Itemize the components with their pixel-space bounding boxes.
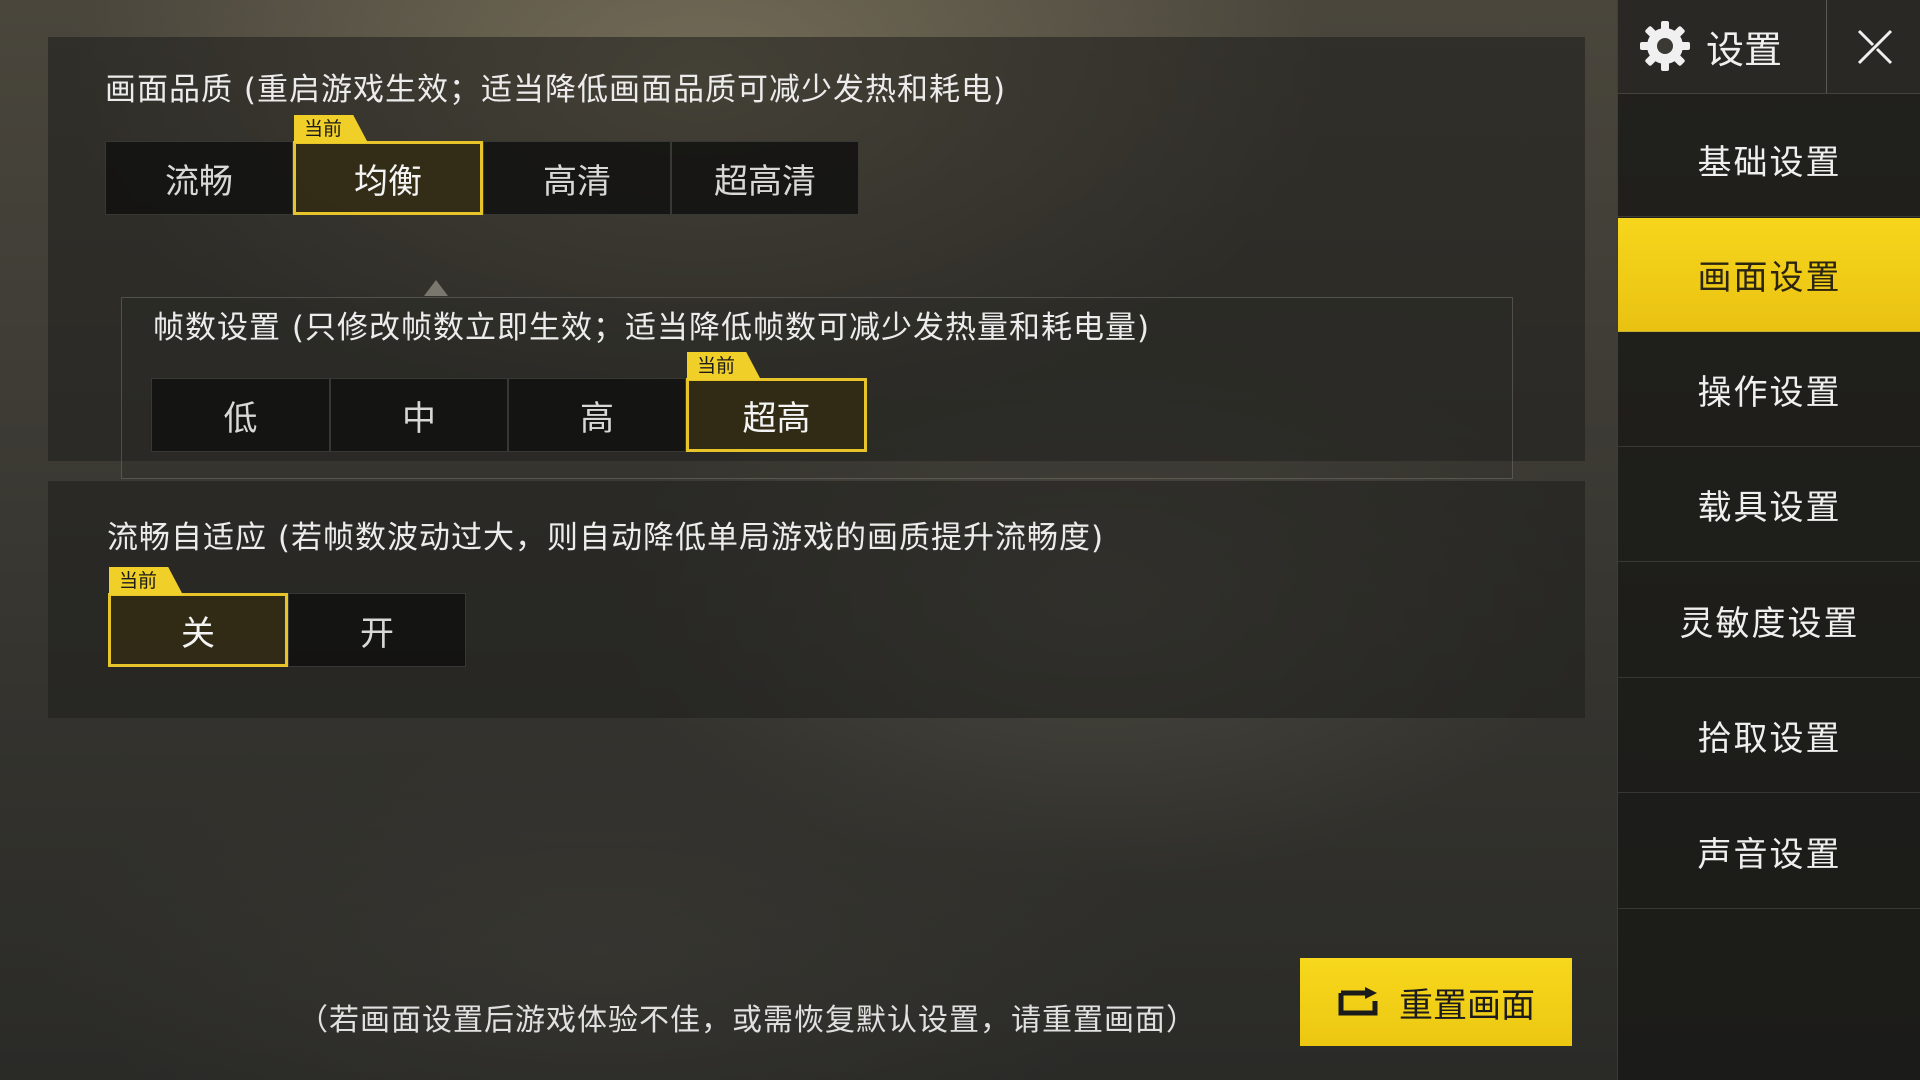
frame-rate-box: 帧数设置 (只修改帧数立即生效；适当降低帧数可减少发热量和耗电量) 低 中 高 … (121, 297, 1513, 479)
frame-rate-option-medium[interactable]: 中 (330, 378, 508, 452)
reset-icon (1338, 987, 1378, 1016)
sidebar-item-label: 画面设置 (1697, 258, 1842, 298)
settings-title-label: 设置 (1706, 27, 1783, 72)
sidebar-item-vehicle[interactable]: 载具设置 (1618, 448, 1920, 562)
frame-rate-option-high[interactable]: 高 (508, 378, 686, 452)
close-icon (1857, 29, 1892, 64)
sidebar-item-pickup[interactable]: 拾取设置 (1618, 679, 1920, 793)
frame-rate-options: 低 中 高 当前 超高 (151, 352, 867, 452)
quality-option-balanced[interactable]: 当前 均衡 (293, 115, 483, 215)
current-badge: 当前 (294, 115, 369, 143)
sidebar-item-controls[interactable]: 操作设置 (1618, 333, 1920, 447)
settings-sidebar: 设置 基础设置 画面设置 操作设置 载具设置 灵敏度设置 拾取设置 声音设置 (1617, 0, 1920, 1080)
settings-title: 设置 (1638, 18, 1782, 74)
frame-rate-option-label: 高 (580, 398, 614, 439)
sidebar-item-label: 操作设置 (1697, 373, 1842, 413)
sidebar-item-audio[interactable]: 声音设置 (1618, 795, 1920, 909)
gear-icon (1640, 21, 1690, 71)
reset-hint-text: （若画面设置后游戏体验不佳，或需恢复默认设置，请重置画面） (298, 1003, 1197, 1038)
sidebar-item-label: 载具设置 (1697, 488, 1842, 528)
adaptive-options: 当前 关 开 (108, 567, 466, 667)
quality-option-ultra-hd[interactable]: 超高清 (671, 141, 859, 215)
quality-panel: 画面品质 (重启游戏生效；适当降低画面品质可减少发热和耗电) 流畅 当前 均衡 … (48, 37, 1585, 479)
sidebar-header: 设置 (1618, 0, 1920, 94)
adaptive-title: 流畅自适应 (若帧数波动过大，则自动降低单局游戏的画质提升流畅度) (107, 520, 1105, 556)
close-button[interactable] (1826, 0, 1920, 93)
quality-option-label: 均衡 (354, 161, 422, 202)
quality-option-label: 超高清 (714, 161, 816, 202)
sidebar-item-label: 拾取设置 (1697, 719, 1842, 759)
quality-option-label: 高清 (543, 161, 611, 202)
quality-option-smooth[interactable]: 流畅 (105, 141, 293, 215)
reset-button-label: 重置画面 (1399, 985, 1535, 1026)
quality-option-hd[interactable]: 高清 (483, 141, 671, 215)
adaptive-option-off[interactable]: 当前 关 (108, 567, 288, 667)
current-badge: 当前 (687, 352, 762, 380)
sidebar-item-label: 灵敏度设置 (1679, 604, 1860, 644)
adaptive-option-label: 开 (360, 613, 394, 654)
frame-rate-option-low[interactable]: 低 (151, 378, 330, 452)
expand-indicator-icon (424, 280, 448, 296)
sidebar-item-label: 基础设置 (1697, 143, 1842, 183)
quality-option-label: 流畅 (165, 161, 233, 202)
sidebar-item-label: 声音设置 (1697, 835, 1842, 875)
sidebar-item-graphics[interactable]: 画面设置 (1618, 218, 1920, 332)
frame-rate-option-label: 中 (402, 398, 436, 439)
settings-screen: 画面品质 (重启游戏生效；适当降低画面品质可减少发热和耗电) 流畅 当前 均衡 … (0, 0, 1920, 1080)
frame-rate-option-ultra[interactable]: 当前 超高 (686, 352, 867, 452)
frame-rate-title: 帧数设置 (只修改帧数立即生效；适当降低帧数可减少发热量和耗电量) (153, 310, 1151, 346)
sidebar-item-basic[interactable]: 基础设置 (1618, 103, 1920, 217)
frame-rate-option-label: 低 (223, 398, 258, 439)
adaptive-panel: 流畅自适应 (若帧数波动过大，则自动降低单局游戏的画质提升流畅度) 当前 关 开 (48, 481, 1585, 718)
frame-rate-option-label: 超高 (742, 398, 811, 439)
adaptive-option-label: 关 (181, 613, 215, 654)
graphics-quality-title: 画面品质 (重启游戏生效；适当降低画面品质可减少发热和耗电) (105, 72, 1007, 108)
current-badge: 当前 (109, 567, 184, 595)
graphics-quality-options: 流畅 当前 均衡 高清 超高清 (105, 115, 859, 215)
reset-graphics-button[interactable]: 重置画面 (1300, 958, 1572, 1046)
adaptive-option-on[interactable]: 开 (288, 593, 466, 667)
sidebar-item-sensitivity[interactable]: 灵敏度设置 (1618, 564, 1920, 678)
